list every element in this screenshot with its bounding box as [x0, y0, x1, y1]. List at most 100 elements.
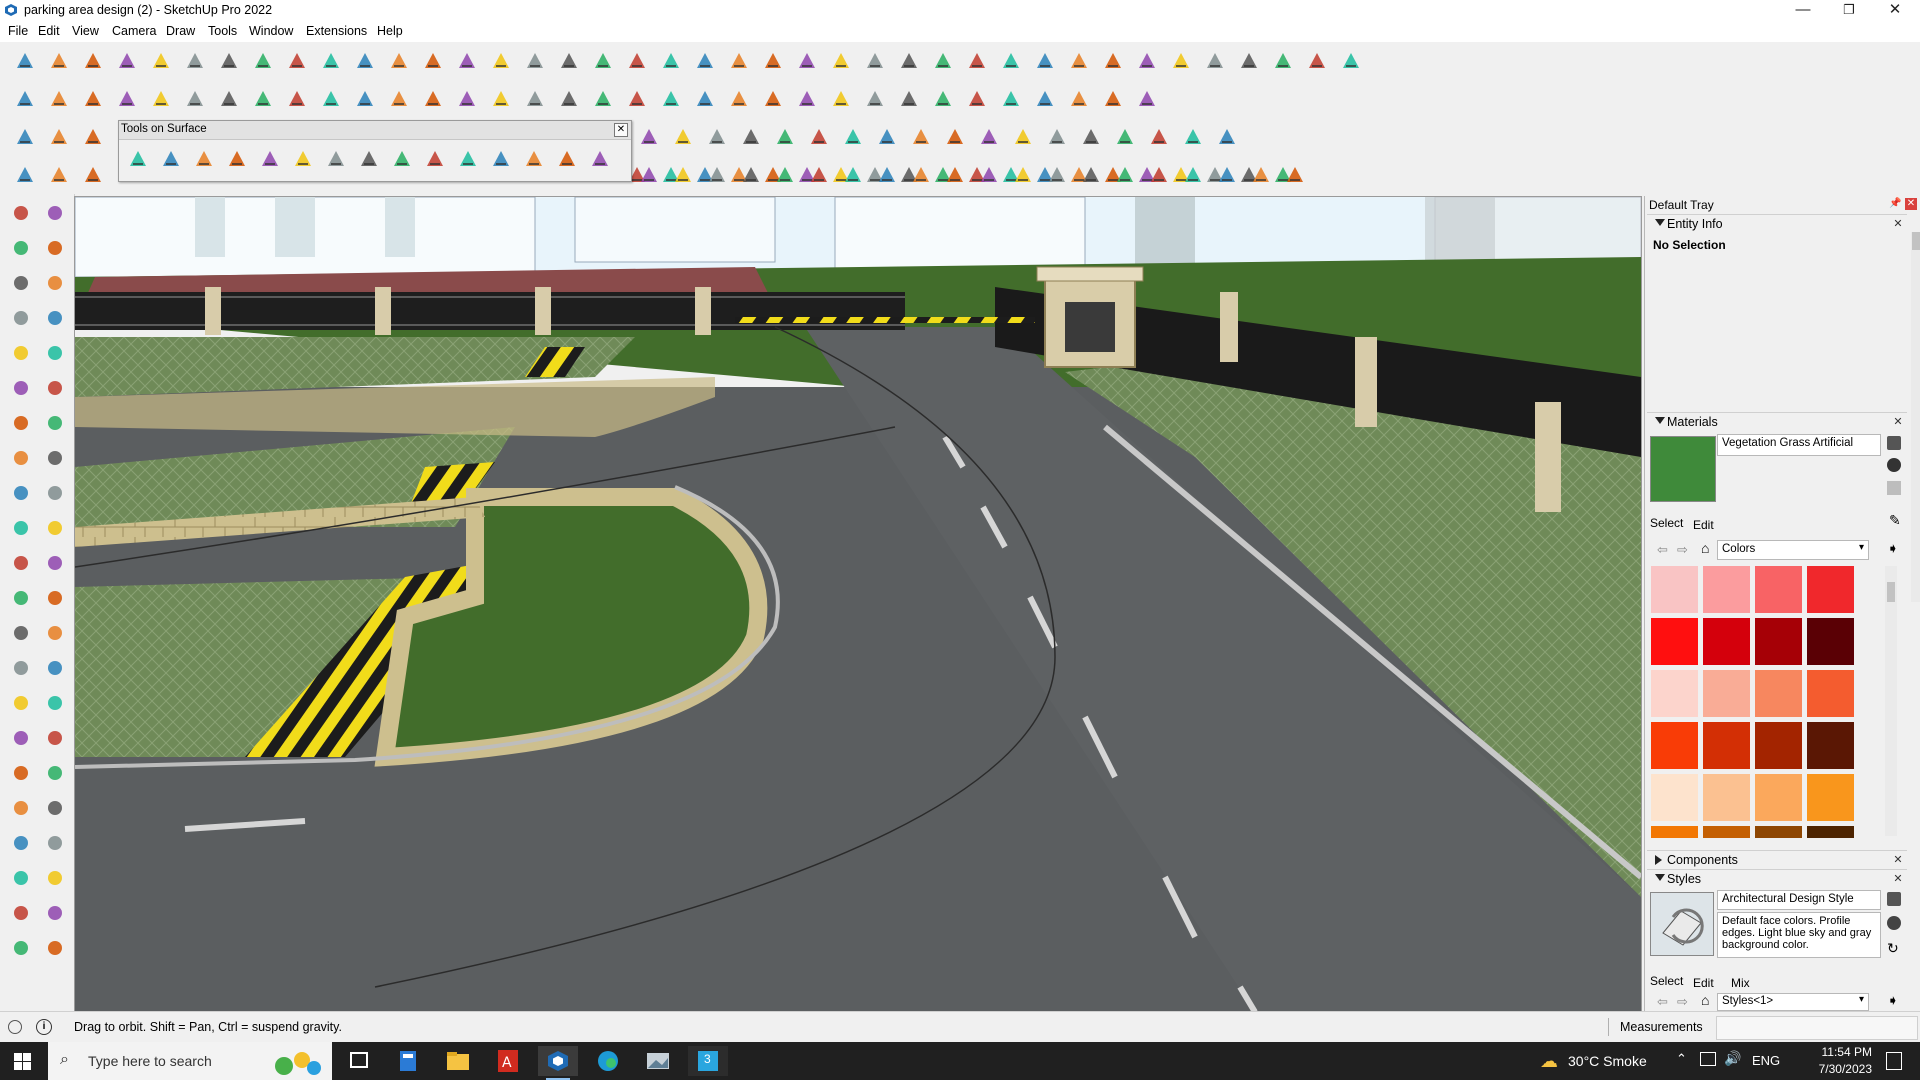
row1-tool-button-23[interactable]	[794, 48, 820, 74]
close-button[interactable]: ✕	[1872, 0, 1918, 22]
row4b-tool-button-12[interactable]	[1044, 162, 1070, 188]
file-explorer-icon[interactable]	[438, 1046, 478, 1076]
row1-tool-button-36[interactable]	[1236, 48, 1262, 74]
row1-tool-button-2[interactable]	[80, 48, 106, 74]
left-tool-button-18-1[interactable]	[42, 830, 68, 856]
row3b-tool-button-5[interactable]	[806, 124, 832, 150]
row1-tool-button-25[interactable]	[862, 48, 888, 74]
style-description-field[interactable]: Default face colors. Profile edges. Ligh…	[1717, 912, 1881, 958]
color-swatch[interactable]	[1651, 566, 1698, 613]
row2-tool-button-6[interactable]	[216, 86, 242, 112]
row1-tool-button-1[interactable]	[46, 48, 72, 74]
row1-tool-button-28[interactable]	[964, 48, 990, 74]
surface-tool-button-1[interactable]	[158, 146, 184, 172]
chevron-up-icon[interactable]: ⌃	[1676, 1051, 1687, 1067]
clock-time[interactable]: 11:54 PM	[1810, 1045, 1872, 1059]
left-tool-button-19-0[interactable]	[8, 865, 34, 891]
color-swatch[interactable]	[1807, 618, 1854, 665]
row1-tool-button-29[interactable]	[998, 48, 1024, 74]
row2-tool-button-31[interactable]	[1066, 86, 1092, 112]
minimize-button[interactable]: —	[1780, 0, 1826, 22]
row1-tool-button-18[interactable]	[624, 48, 650, 74]
left-tool-button-17-1[interactable]	[42, 795, 68, 821]
surface-tool-button-3[interactable]	[224, 146, 250, 172]
color-swatch[interactable]	[1807, 722, 1854, 769]
color-swatch[interactable]	[1651, 826, 1698, 838]
color-swatch[interactable]	[1755, 826, 1802, 838]
clock-date[interactable]: 7/30/2023	[1810, 1062, 1872, 1076]
color-swatch[interactable]	[1755, 774, 1802, 821]
left-tool-button-17-0[interactable]	[8, 795, 34, 821]
row2-tool-button-21[interactable]	[726, 86, 752, 112]
row1-tool-button-17[interactable]	[590, 48, 616, 74]
row1-tool-button-7[interactable]	[250, 48, 276, 74]
left-tool-button-9-0[interactable]	[8, 515, 34, 541]
row2-tool-button-22[interactable]	[760, 86, 786, 112]
row2-tool-button-33[interactable]	[1134, 86, 1160, 112]
left-tool-button-9-1[interactable]	[42, 515, 68, 541]
left-tool-button-16-0[interactable]	[8, 760, 34, 786]
materials-header[interactable]: Materials ✕	[1647, 412, 1907, 431]
left-tool-button-12-1[interactable]	[42, 620, 68, 646]
left-tool-button-10-1[interactable]	[42, 550, 68, 576]
surface-tool-button-4[interactable]	[257, 146, 283, 172]
menu-window[interactable]: Window	[249, 24, 293, 38]
surface-tool-button-13[interactable]	[554, 146, 580, 172]
home-icon[interactable]: ⌂	[1701, 540, 1709, 556]
left-tool-button-12-0[interactable]	[8, 620, 34, 646]
color-swatch[interactable]	[1703, 826, 1750, 838]
back-arrow-icon[interactable]: ⇦	[1657, 542, 1668, 558]
row2-tool-button-0[interactable]	[12, 86, 38, 112]
row4b-tool-button-4[interactable]	[772, 162, 798, 188]
palette-header[interactable]: Tools on Surface ✕	[119, 121, 631, 140]
surface-tool-button-7[interactable]	[356, 146, 382, 172]
forward-arrow-icon[interactable]: ⇨	[1677, 994, 1688, 1010]
row4b-tool-button-18[interactable]	[1248, 162, 1274, 188]
color-swatch[interactable]	[1703, 670, 1750, 717]
row1-tool-button-9[interactable]	[318, 48, 344, 74]
left-tool-button-16-1[interactable]	[42, 760, 68, 786]
surface-tool-button-11[interactable]	[488, 146, 514, 172]
left-tool-button-11-0[interactable]	[8, 585, 34, 611]
left-tool-button-20-1[interactable]	[42, 900, 68, 926]
left-tool-button-0-0[interactable]	[8, 200, 34, 226]
create-material-icon[interactable]	[1887, 436, 1901, 450]
palette-close-button[interactable]: ✕	[614, 123, 628, 137]
row3b-tool-button-7[interactable]	[874, 124, 900, 150]
row2-tool-button-32[interactable]	[1100, 86, 1126, 112]
row4-tool-button-0[interactable]	[12, 162, 38, 188]
3d-viewport[interactable]	[74, 196, 1642, 1013]
styles-library-dropdown[interactable]: Styles<1> ▾	[1717, 993, 1869, 1011]
row2-tool-button-25[interactable]	[862, 86, 888, 112]
left-tool-button-4-1[interactable]	[42, 340, 68, 366]
left-tool-button-1-0[interactable]	[8, 235, 34, 261]
left-tool-button-5-1[interactable]	[42, 375, 68, 401]
row2-tool-button-26[interactable]	[896, 86, 922, 112]
windows-start-icon[interactable]	[14, 1053, 31, 1070]
row3-tool-button-0[interactable]	[12, 124, 38, 150]
pin-icon[interactable]: 📌	[1889, 198, 1901, 209]
edge-browser-icon[interactable]	[588, 1046, 628, 1076]
left-tool-button-11-1[interactable]	[42, 585, 68, 611]
color-swatch[interactable]	[1755, 722, 1802, 769]
left-tool-button-3-0[interactable]	[8, 305, 34, 331]
back-arrow-icon[interactable]: ⇦	[1657, 994, 1668, 1010]
styles-close-icon[interactable]: ✕	[1893, 874, 1903, 885]
row2-tool-button-14[interactable]	[488, 86, 514, 112]
row1-tool-button-39[interactable]	[1338, 48, 1364, 74]
row2-tool-button-17[interactable]	[590, 86, 616, 112]
menu-extensions[interactable]: Extensions	[306, 24, 367, 38]
row2-tool-button-4[interactable]	[148, 86, 174, 112]
row2-tool-button-11[interactable]	[386, 86, 412, 112]
color-swatch[interactable]	[1755, 618, 1802, 665]
row1-tool-button-8[interactable]	[284, 48, 310, 74]
menu-tools[interactable]: Tools	[208, 24, 237, 38]
left-tool-button-8-0[interactable]	[8, 480, 34, 506]
components-close-icon[interactable]: ✕	[1893, 855, 1903, 866]
row4b-tool-button-11[interactable]	[1010, 162, 1036, 188]
left-tool-button-15-0[interactable]	[8, 725, 34, 751]
row3b-tool-button-1[interactable]	[670, 124, 696, 150]
color-swatch[interactable]	[1703, 774, 1750, 821]
left-tool-button-7-0[interactable]	[8, 445, 34, 471]
row3b-tool-button-15[interactable]	[1146, 124, 1172, 150]
